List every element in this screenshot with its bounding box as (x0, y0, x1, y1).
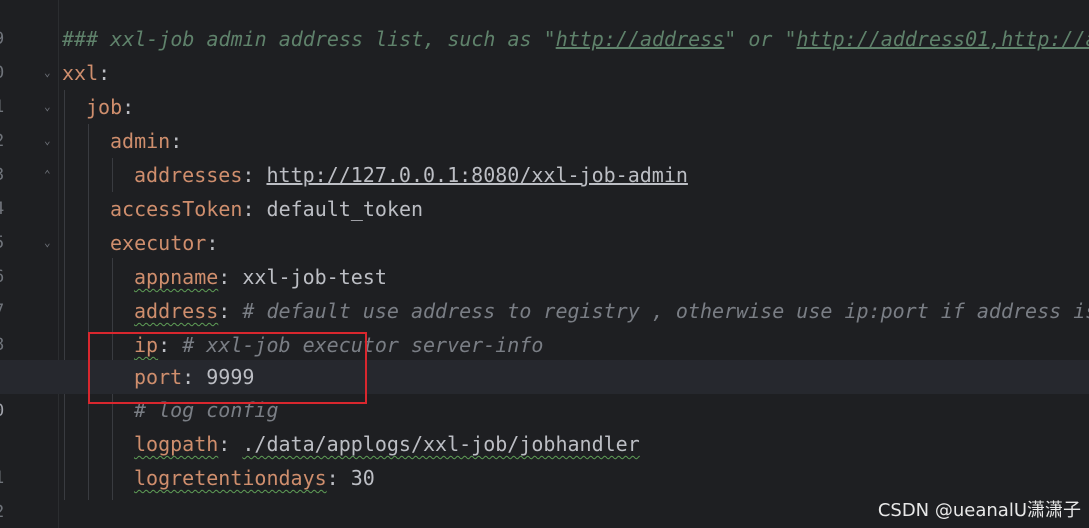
yaml-key: job (86, 95, 123, 119)
yaml-key: logpath (134, 432, 219, 456)
yaml-colon: : (122, 95, 135, 119)
code-line[interactable]: 7 appname: xxl-job-test (0, 260, 1089, 321)
yaml-value: ./data/applogs/xxl-job/jobhandler (242, 432, 640, 456)
yaml-key: logretentiondays (134, 466, 327, 490)
yaml-colon: : (242, 197, 267, 221)
yaml-key: executor (110, 231, 207, 255)
line-number: 9 (0, 22, 14, 56)
yaml-comment: " or " (724, 27, 797, 51)
yaml-colon: : (242, 163, 267, 187)
line-number: 2 (0, 495, 14, 528)
yaml-key: appname (134, 265, 219, 289)
code-line[interactable]: 2 ⌄ job: (0, 90, 1089, 151)
yaml-comment: # default use address to registry , othe… (242, 299, 1089, 323)
fold-end-icon[interactable]: ⌃ (44, 158, 56, 192)
code-line[interactable]: 4 ⌃ addresses: http://127.0.0.1:8080/xxl… (0, 158, 1089, 219)
yaml-value: 30 (350, 466, 375, 490)
yaml-comment: ### xxl-job admin address list, such as … (62, 27, 556, 51)
yaml-value: default_token (266, 197, 424, 221)
yaml-colon: : (218, 299, 243, 323)
code-line[interactable]: 1 logpath: ./data/applogs/xxl-job/jobhan… (0, 427, 1089, 488)
code-line[interactable]: 6 ⌄ executor: (0, 226, 1089, 287)
code-line[interactable]: 0 ### xxl-job admin address list, such a… (0, 22, 1089, 83)
code-line: 9 (0, 0, 1089, 49)
fold-chevron-icon[interactable]: ⌄ (44, 124, 56, 158)
yaml-colon: : (170, 129, 183, 153)
fold-chevron-icon[interactable]: ⌄ (44, 56, 56, 90)
yaml-colon: : (206, 231, 219, 255)
fold-chevron-icon[interactable]: ⌄ (44, 90, 56, 124)
yaml-value-link[interactable]: http://127.0.0.1:8080/xxl-job-admin (266, 163, 687, 187)
yaml-colon: : (98, 61, 111, 85)
yaml-key: address (134, 299, 219, 323)
yaml-colon: : (218, 265, 243, 289)
yaml-key: accessToken (110, 197, 243, 221)
yaml-colon: : (326, 466, 351, 490)
comment-link[interactable]: http://address (556, 27, 725, 51)
yaml-key: admin (110, 129, 171, 153)
code-line[interactable]: 3 ⌄ admin: (0, 124, 1089, 185)
code-editor[interactable]: 0 ### xxl-job admin address list, such a… (0, 0, 1089, 528)
code-line[interactable]: 2 logretentiondays: 30 (0, 461, 1089, 522)
fold-chevron-icon[interactable]: ⌄ (44, 226, 56, 260)
code-line[interactable]: 8 address: # default use address to regi… (0, 294, 1089, 355)
watermark-text: CSDN @ueanalU潇潇子 (877, 500, 1081, 521)
code-line[interactable]: 1 ⌄ xxl: (0, 56, 1089, 117)
code-line[interactable]: 5 accessToken: default_token (0, 192, 1089, 253)
yaml-key: xxl (62, 61, 99, 85)
comment-link[interactable]: http://address01,http://a (797, 27, 1089, 51)
yaml-key: addresses (134, 163, 243, 187)
highlight-annotation-box (88, 332, 367, 404)
yaml-colon: : (218, 432, 243, 456)
yaml-value: xxl-job-test (242, 265, 387, 289)
